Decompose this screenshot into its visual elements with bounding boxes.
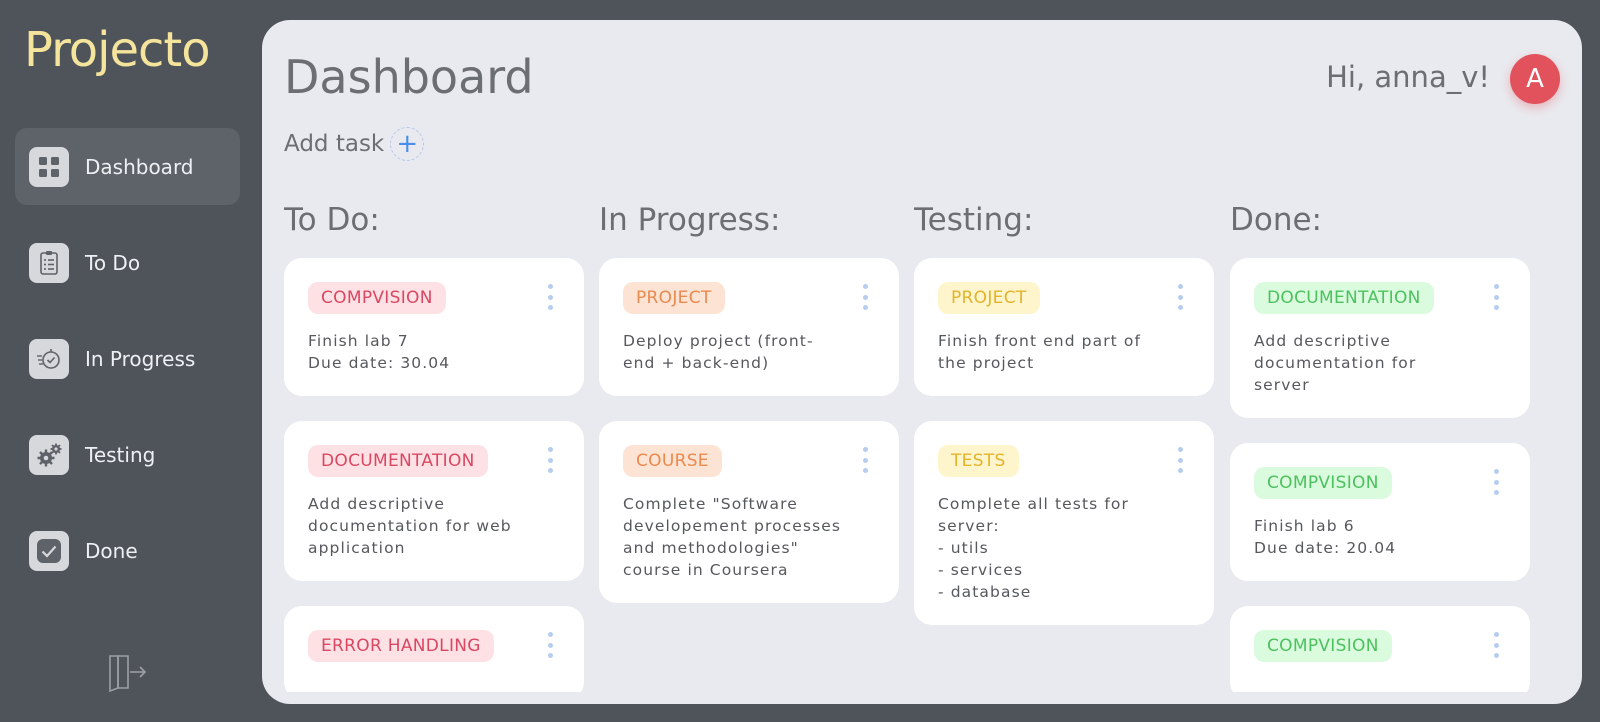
task-text: Finish front end part of the project — [938, 332, 1142, 372]
more-options-icon[interactable] — [1492, 632, 1500, 658]
task-card[interactable]: ERROR HANDLING — [284, 606, 584, 692]
more-options-icon[interactable] — [1176, 447, 1184, 473]
task-tag: DOCUMENTATION — [308, 445, 488, 477]
sidebar: Projecto Dashboard To Do In Progress Tes… — [0, 0, 262, 722]
task-card[interactable]: COURSE Complete "Software developement p… — [599, 421, 899, 603]
column-testing: Testing: PROJECT Finish front end part o… — [914, 196, 1214, 692]
checkmark-icon — [29, 530, 69, 571]
task-tag: COURSE — [623, 445, 722, 477]
column-title: To Do: — [284, 202, 380, 238]
more-options-icon[interactable] — [546, 632, 554, 658]
task-card[interactable]: DOCUMENTATION Add descriptive documentat… — [1230, 258, 1530, 418]
sidebar-item-label: To Do — [85, 250, 141, 275]
more-options-icon[interactable] — [1492, 469, 1500, 495]
clipboard-list-icon — [29, 242, 69, 283]
task-tag: COMPVISION — [1254, 467, 1392, 499]
task-card[interactable]: PROJECT Finish front end part of the pro… — [914, 258, 1214, 396]
add-task-label[interactable]: Add task — [284, 131, 384, 157]
task-card[interactable]: DOCUMENTATION Add descriptive documentat… — [284, 421, 584, 581]
sidebar-item-dashboard[interactable]: Dashboard — [15, 128, 240, 205]
more-options-icon[interactable] — [546, 447, 554, 473]
sidebar-item-label: Testing — [85, 442, 156, 467]
column-in-progress: In Progress: PROJECT Deploy project (fro… — [599, 196, 899, 692]
gears-icon — [29, 434, 69, 475]
task-tag: PROJECT — [623, 282, 725, 314]
more-options-icon[interactable] — [546, 284, 554, 310]
stopwatch-icon — [29, 338, 69, 379]
page-title: Dashboard — [284, 50, 534, 104]
task-tag: ERROR HANDLING — [308, 630, 494, 662]
task-text: Complete all tests for server: - utils -… — [938, 495, 1129, 601]
column-todo: To Do: COMPVISION Finish lab 7 Due date:… — [284, 196, 584, 692]
add-task-control[interactable]: Add task + — [284, 127, 425, 161]
sidebar-item-todo[interactable]: To Do — [15, 224, 240, 301]
sidebar-item-in-progress[interactable]: In Progress — [15, 320, 240, 397]
task-card[interactable]: TESTS Complete all tests for server: - u… — [914, 421, 1214, 625]
dashboard-grid-icon — [29, 146, 69, 187]
column-done: Done: DOCUMENTATION Add descriptive docu… — [1230, 196, 1530, 692]
column-title: Done: — [1230, 202, 1323, 238]
logout-door-icon[interactable] — [104, 652, 148, 693]
more-options-icon[interactable] — [1492, 284, 1500, 310]
sidebar-item-label: Dashboard — [85, 154, 194, 179]
sidebar-item-done[interactable]: Done — [15, 512, 240, 589]
task-card[interactable]: COMPVISION Finish lab 6 Due date: 20.04 — [1230, 443, 1530, 581]
sidebar-item-testing[interactable]: Testing — [15, 416, 240, 493]
user-greeting: Hi, anna_v! — [1326, 60, 1490, 94]
task-card[interactable]: COMPVISION Finish lab 7 Due date: 30.04 — [284, 258, 584, 396]
task-tag: PROJECT — [938, 282, 1040, 314]
task-tag: COMPVISION — [308, 282, 446, 314]
task-text: Complete "Software developement processe… — [623, 495, 842, 579]
task-card[interactable]: PROJECT Deploy project (front- end + bac… — [599, 258, 899, 396]
task-text: Deploy project (front- end + back-end) — [623, 332, 814, 372]
task-text: Finish lab 6 Due date: 20.04 — [1254, 517, 1397, 557]
sidebar-item-label: Done — [85, 538, 138, 563]
more-options-icon[interactable] — [861, 447, 869, 473]
avatar[interactable]: A — [1510, 54, 1560, 104]
task-text: Add descriptive documentation for server — [1254, 332, 1417, 394]
task-tag: COMPVISION — [1254, 630, 1392, 662]
task-tag: TESTS — [938, 445, 1019, 477]
task-text: Add descriptive documentation for web ap… — [308, 495, 512, 557]
task-tag: DOCUMENTATION — [1254, 282, 1434, 314]
task-card[interactable]: COMPVISION — [1230, 606, 1530, 692]
task-text: Finish lab 7 Due date: 30.04 — [308, 332, 451, 372]
column-title: In Progress: — [599, 202, 781, 238]
add-task-plus-icon[interactable]: + — [390, 127, 425, 161]
column-title: Testing: — [914, 202, 1034, 238]
app-logo: Projecto — [24, 22, 211, 78]
main-panel: Dashboard Hi, anna_v! A Add task + To Do… — [262, 20, 1582, 704]
sidebar-item-label: In Progress — [85, 346, 196, 371]
more-options-icon[interactable] — [861, 284, 869, 310]
more-options-icon[interactable] — [1176, 284, 1184, 310]
